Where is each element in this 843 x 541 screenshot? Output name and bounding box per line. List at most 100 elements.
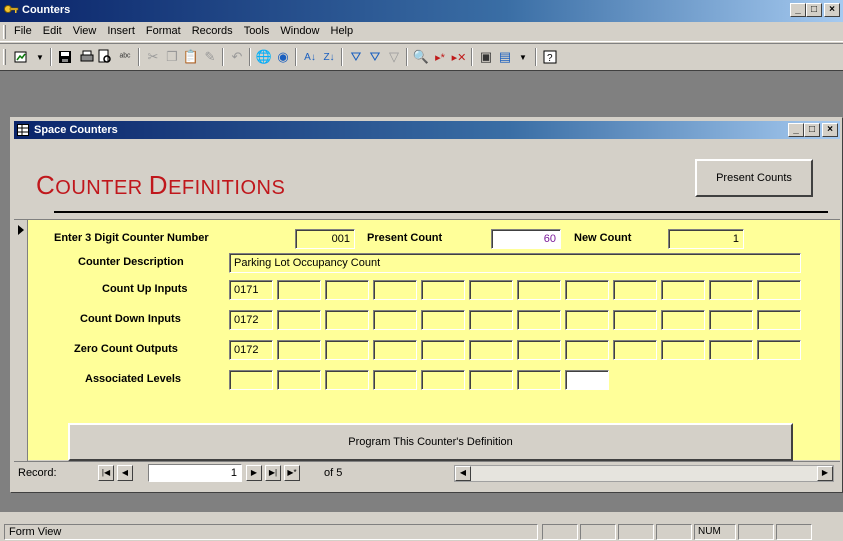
count-up-input-field[interactable]: [613, 280, 657, 300]
cut-icon[interactable]: ✂: [144, 48, 162, 66]
present-counts-button[interactable]: Present Counts: [695, 159, 813, 197]
copy-icon[interactable]: ❐: [163, 48, 181, 66]
zero-count-output-field[interactable]: [757, 340, 801, 360]
count-down-input-field[interactable]: [421, 310, 465, 330]
counter-number-field[interactable]: 001: [295, 229, 355, 249]
count-down-input-field[interactable]: [757, 310, 801, 330]
associated-level-field[interactable]: [421, 370, 465, 390]
count-down-input-field[interactable]: [325, 310, 369, 330]
count-up-input-field[interactable]: 0171: [229, 280, 273, 300]
sort-ascending-icon[interactable]: A↓: [301, 48, 319, 66]
save-icon[interactable]: [56, 48, 74, 66]
description-field[interactable]: Parking Lot Occupancy Count: [229, 253, 801, 273]
menu-file[interactable]: File: [14, 25, 32, 37]
last-record-button[interactable]: ▶|: [265, 465, 281, 481]
next-record-button[interactable]: ▶: [246, 465, 262, 481]
menu-edit[interactable]: Edit: [43, 25, 62, 37]
menu-view[interactable]: View: [73, 25, 97, 37]
new-object-icon[interactable]: ▤: [496, 48, 514, 66]
filter-by-form-icon[interactable]: ⛛: [366, 48, 384, 66]
menu-records[interactable]: Records: [192, 25, 233, 37]
program-definition-button[interactable]: Program This Counter's Definition: [68, 423, 793, 461]
count-up-input-field[interactable]: [421, 280, 465, 300]
horizontal-scrollbar[interactable]: ◀ ▶: [454, 465, 834, 482]
find-icon[interactable]: 🔍: [412, 48, 430, 66]
help-icon[interactable]: ?: [541, 48, 559, 66]
format-painter-icon[interactable]: ✎: [201, 48, 219, 66]
zero-count-output-field[interactable]: [517, 340, 561, 360]
zero-count-output-field[interactable]: 0172: [229, 340, 273, 360]
count-up-input-field[interactable]: [277, 280, 321, 300]
delete-record-icon[interactable]: ▸✕: [450, 48, 468, 66]
count-down-input-field[interactable]: [469, 310, 513, 330]
count-down-input-field[interactable]: [565, 310, 609, 330]
count-down-input-field[interactable]: [277, 310, 321, 330]
associated-level-field[interactable]: [469, 370, 513, 390]
count-up-input-field[interactable]: [565, 280, 609, 300]
zero-count-output-field[interactable]: [325, 340, 369, 360]
zero-count-output-field[interactable]: [709, 340, 753, 360]
new-count-field[interactable]: 1: [668, 229, 744, 249]
scroll-right-button[interactable]: ▶: [817, 466, 833, 481]
form-minimize-button[interactable]: _: [788, 123, 804, 137]
view-icon[interactable]: [12, 48, 30, 66]
current-record-field[interactable]: 1: [148, 464, 242, 482]
count-up-input-field[interactable]: [517, 280, 561, 300]
count-up-input-field[interactable]: [325, 280, 369, 300]
new-object-dropdown-icon[interactable]: ▼: [514, 48, 532, 66]
zero-count-output-field[interactable]: [661, 340, 705, 360]
associated-level-field[interactable]: [229, 370, 273, 390]
maximize-button[interactable]: □: [806, 3, 822, 17]
minimize-button[interactable]: _: [790, 3, 806, 17]
count-up-input-field[interactable]: [469, 280, 513, 300]
sort-descending-icon[interactable]: Z↓: [320, 48, 338, 66]
present-count-field[interactable]: 60: [491, 229, 561, 249]
count-up-input-field[interactable]: [757, 280, 801, 300]
database-window-icon[interactable]: ▣: [477, 48, 495, 66]
count-down-input-field[interactable]: [373, 310, 417, 330]
previous-record-button[interactable]: ◀: [117, 465, 133, 481]
menu-window[interactable]: Window: [280, 25, 319, 37]
close-button[interactable]: ×: [824, 3, 840, 17]
count-down-input-field[interactable]: [517, 310, 561, 330]
web-icon[interactable]: ◉: [274, 48, 292, 66]
count-up-input-field[interactable]: [709, 280, 753, 300]
count-down-input-field[interactable]: [661, 310, 705, 330]
print-preview-icon[interactable]: [96, 48, 114, 66]
first-record-button[interactable]: |◀: [98, 465, 114, 481]
count-down-input-field[interactable]: [709, 310, 753, 330]
associated-level-field[interactable]: [277, 370, 321, 390]
paste-icon[interactable]: 📋: [182, 48, 200, 66]
filter-by-selection-icon[interactable]: ⛛: [347, 48, 365, 66]
apply-filter-icon[interactable]: ▽: [385, 48, 403, 66]
new-record-nav-button[interactable]: ▶*: [284, 465, 300, 481]
count-down-input-field[interactable]: [613, 310, 657, 330]
spelling-icon[interactable]: ᵃᵇᶜ: [116, 48, 134, 66]
menu-help[interactable]: Help: [331, 25, 354, 37]
zero-count-output-field[interactable]: [277, 340, 321, 360]
print-icon[interactable]: [78, 48, 96, 66]
form-maximize-button[interactable]: □: [804, 123, 820, 137]
scroll-left-button[interactable]: ◀: [455, 466, 471, 481]
zero-count-output-field[interactable]: [469, 340, 513, 360]
count-down-input-field[interactable]: 0172: [229, 310, 273, 330]
form-close-button[interactable]: ×: [822, 123, 838, 137]
zero-count-output-field[interactable]: [421, 340, 465, 360]
zero-count-output-field[interactable]: [565, 340, 609, 360]
count-up-input-field[interactable]: [373, 280, 417, 300]
menu-format[interactable]: Format: [146, 25, 181, 37]
record-selector[interactable]: [14, 220, 28, 461]
associated-level-field[interactable]: [325, 370, 369, 390]
new-record-icon[interactable]: ▸*: [431, 48, 449, 66]
count-up-input-field[interactable]: [661, 280, 705, 300]
view-dropdown-icon[interactable]: ▼: [31, 48, 49, 66]
menu-insert[interactable]: Insert: [107, 25, 135, 37]
hyperlink-icon[interactable]: 🌐: [255, 48, 273, 66]
undo-icon[interactable]: ↶: [228, 48, 246, 66]
menu-tools[interactable]: Tools: [244, 25, 270, 37]
zero-count-output-field[interactable]: [373, 340, 417, 360]
associated-level-field[interactable]: [517, 370, 561, 390]
associated-level-field[interactable]: [373, 370, 417, 390]
associated-level-field[interactable]: [565, 370, 609, 390]
zero-count-output-field[interactable]: [613, 340, 657, 360]
